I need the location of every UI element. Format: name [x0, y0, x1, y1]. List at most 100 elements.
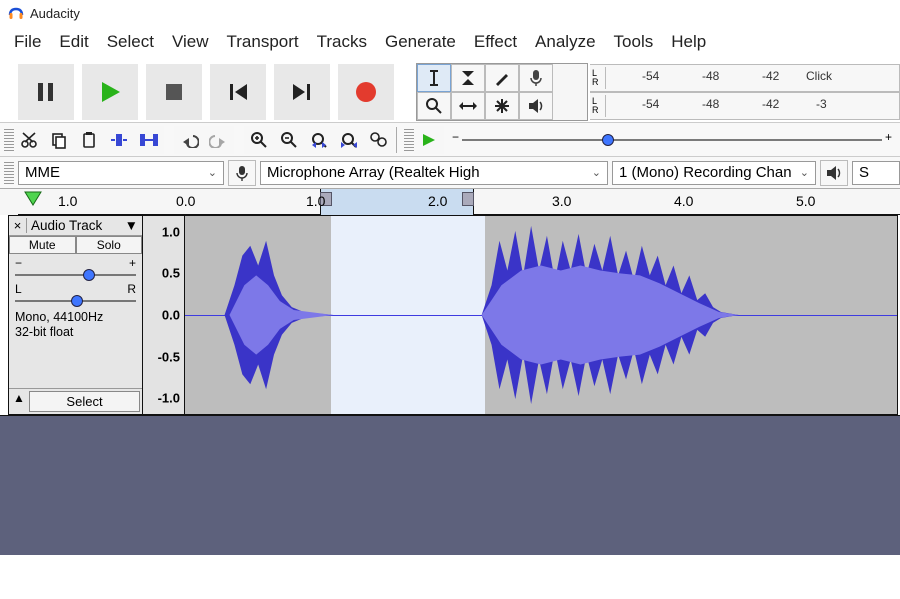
meter-right-label: R [592, 78, 603, 87]
scale-tick: 0.5 [162, 266, 180, 281]
meter-scale: -54 -48 -42 Click [606, 65, 899, 91]
meter-tick: -42 [762, 97, 779, 111]
menu-help[interactable]: Help [671, 32, 706, 52]
meter-tick: -3 [816, 97, 827, 111]
meter-right-label: R [592, 106, 603, 115]
ruler-tick: 2.0 [428, 193, 447, 209]
trim-button[interactable] [104, 126, 134, 154]
app-logo-icon [8, 5, 24, 21]
track-select-button[interactable]: Select [29, 391, 140, 412]
meter-spacer-2 [553, 92, 587, 120]
scale-tick: 1.0 [162, 224, 180, 239]
gain-slider[interactable]: − + [9, 254, 142, 280]
playback-device-icon [820, 160, 848, 186]
tools-toolbar [416, 63, 588, 121]
skip-start-button[interactable] [210, 64, 266, 120]
tool-timeshift[interactable] [451, 92, 485, 120]
meter-tick: -54 [642, 97, 659, 111]
menu-generate[interactable]: Generate [385, 32, 456, 52]
recording-device-value: Microphone Array (Realtek High [267, 164, 480, 181]
menu-transport[interactable]: Transport [227, 32, 299, 52]
track-close-button[interactable]: × [9, 218, 27, 233]
menu-edit[interactable]: Edit [59, 32, 88, 52]
app-title: Audacity [30, 6, 80, 21]
skip-end-button[interactable] [274, 64, 330, 120]
recording-meter[interactable]: L R -54 -48 -42 Click [590, 64, 900, 92]
toolbar-grip[interactable] [404, 129, 414, 151]
tool-multi[interactable] [485, 92, 519, 120]
scale-tick: -0.5 [158, 349, 180, 364]
meter-hint: Click [806, 69, 832, 83]
fit-project-button[interactable] [334, 126, 364, 154]
playhead-icon[interactable] [24, 191, 44, 209]
record-button[interactable] [338, 64, 394, 120]
menu-tracks[interactable]: Tracks [317, 32, 367, 52]
track-collapse-button[interactable]: ▲ [9, 389, 29, 414]
transport-toolbar-row: L R -54 -48 -42 Click L R -54 -48 -42 -3 [0, 62, 900, 122]
tracks-empty-area[interactable] [0, 415, 900, 555]
ruler-tick: 0.0 [176, 193, 195, 209]
play-at-speed-button[interactable] [414, 126, 444, 154]
copy-button[interactable] [44, 126, 74, 154]
meters: L R -54 -48 -42 Click L R -54 -48 -42 -3 [590, 64, 900, 120]
playback-meter[interactable]: L R -54 -48 -42 -3 [590, 92, 900, 120]
chevron-down-icon: ▼ [125, 218, 138, 233]
playback-speed-slider[interactable]: − + [452, 130, 892, 150]
cut-button[interactable] [14, 126, 44, 154]
tool-record-meter-mic[interactable] [519, 64, 553, 92]
silence-button[interactable] [134, 126, 164, 154]
menu-view[interactable]: View [172, 32, 209, 52]
track-menu-button[interactable]: Audio Track ▼ [27, 216, 142, 235]
stop-button[interactable] [146, 64, 202, 120]
slider-plus-label: + [885, 130, 892, 144]
timeline-selection[interactable] [320, 189, 474, 215]
toolbar-grip[interactable] [4, 162, 14, 184]
slider-minus-label: − [452, 130, 459, 144]
track-area: × Audio Track ▼ Mute Solo − + L R Mono [8, 215, 898, 415]
track-title: Audio Track [31, 218, 102, 233]
pan-left-label: L [15, 282, 22, 296]
fit-selection-button[interactable] [304, 126, 334, 154]
tool-draw[interactable] [485, 64, 519, 92]
audio-host-select[interactable]: MME⌄ [18, 161, 224, 185]
recording-device-icon [228, 160, 256, 186]
menu-bar: File Edit Select View Transport Tracks G… [0, 26, 900, 62]
timeline-ruler-wrap: 1.0 0.0 1.0 2.0 3.0 4.0 5.0 [0, 188, 900, 215]
meter-spacer [553, 64, 587, 92]
tool-selection[interactable] [417, 64, 451, 92]
recording-channels-select[interactable]: 1 (Mono) Recording Chan⌄ [612, 161, 816, 185]
paste-button[interactable] [74, 126, 104, 154]
menu-effect[interactable]: Effect [474, 32, 517, 52]
timeline-ruler[interactable]: 1.0 0.0 1.0 2.0 3.0 4.0 5.0 [18, 189, 900, 215]
audio-host-value: MME [25, 164, 60, 181]
ruler-tick: 1.0 [306, 193, 325, 209]
recording-channels-value: 1 (Mono) Recording Chan [619, 164, 792, 181]
undo-button[interactable] [174, 126, 204, 154]
menu-file[interactable]: File [14, 32, 41, 52]
recording-device-select[interactable]: Microphone Array (Realtek High⌄ [260, 161, 608, 185]
waveform-canvas[interactable] [185, 216, 897, 414]
vertical-scale[interactable]: 1.0 0.5 0.0 -0.5 -1.0 [143, 216, 185, 414]
redo-button[interactable] [204, 126, 234, 154]
tool-playback-meter-speaker[interactable] [519, 92, 553, 120]
meter-tick: -48 [702, 97, 719, 111]
pan-slider[interactable]: L R [9, 280, 142, 306]
playback-device-select[interactable]: S [852, 161, 900, 185]
zoom-in-button[interactable] [244, 126, 274, 154]
zoom-toggle-button[interactable] [364, 126, 394, 154]
menu-select[interactable]: Select [107, 32, 154, 52]
menu-tools[interactable]: Tools [614, 32, 654, 52]
title-bar: Audacity [0, 0, 900, 26]
meter-channels: L R [590, 95, 606, 117]
mute-button[interactable]: Mute [9, 236, 76, 254]
play-button[interactable] [82, 64, 138, 120]
selection-right-handle[interactable] [462, 192, 474, 206]
solo-button[interactable]: Solo [76, 236, 143, 254]
tool-zoom[interactable] [417, 92, 451, 120]
ruler-tick: 4.0 [674, 193, 693, 209]
toolbar-grip[interactable] [4, 129, 14, 151]
zoom-out-button[interactable] [274, 126, 304, 154]
menu-analyze[interactable]: Analyze [535, 32, 595, 52]
tool-envelope[interactable] [451, 64, 485, 92]
pause-button[interactable] [18, 64, 74, 120]
